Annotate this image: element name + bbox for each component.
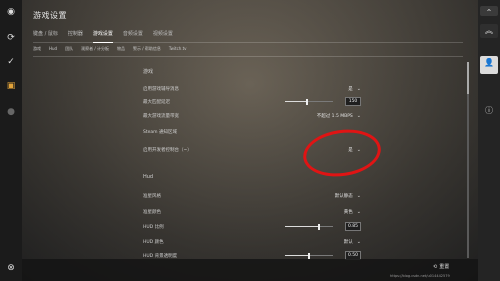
settings-subtabs: 游戏 Hud 团队 观察者 / 计分板 物品 警示 / 帮助信息 Twitch.… (33, 46, 187, 52)
setting-label: 准星风格 (143, 193, 161, 199)
setting-value: 黄色 (343, 209, 353, 215)
setting-value: 默认静态 (334, 193, 353, 199)
setting-label: 准星颜色 (143, 209, 161, 215)
subtab-team[interactable]: 团队 (65, 46, 73, 52)
chevron-down-icon[interactable]: ⌄ (357, 193, 361, 199)
subtab-twitch[interactable]: Twitch.tv (169, 46, 187, 52)
close-icon[interactable]: ⊗ (5, 262, 17, 274)
setting-label: HUD 背景透明度 (143, 253, 178, 259)
setting-value: 默认 (343, 239, 353, 245)
section-game-heading: 游戏 (143, 69, 154, 75)
chevron-down-icon[interactable]: ⌄ (357, 209, 361, 215)
settings-tabs: 键盘 / 鼠标 控制器 游戏设置 音频设置 视频设置 (33, 30, 173, 43)
setting-label: HUD 比例 (143, 224, 164, 230)
tabs-divider (33, 42, 463, 43)
settings-scrollbar[interactable] (467, 62, 469, 258)
chevron-up-icon[interactable]: ⌃ (480, 6, 498, 17)
setting-row-bandwidth[interactable]: 最大游戏流量带宽 不超过 1.5 MBPS ⌄ (143, 110, 361, 121)
latency-slider[interactable] (285, 98, 333, 105)
chevron-down-icon[interactable]: ⌄ (357, 239, 361, 245)
setting-row-coaching[interactable]: 启用游戏辅导消息 是 ⌄ (143, 83, 361, 94)
tab-keyboard-mouse[interactable]: 键盘 / 鼠标 (33, 30, 58, 40)
slider-fill (285, 254, 309, 257)
check-icon[interactable]: ✓ (5, 56, 17, 68)
user-icon[interactable]: 👤 (480, 56, 498, 74)
watermark-text: https://blog.csdn.net/u014442579 (390, 274, 450, 278)
dropdown-icon[interactable]: ︽ (480, 24, 498, 38)
left-rail: ◉ ⟳ ✓ ▣ ● ⊗ (0, 0, 22, 281)
subtab-game[interactable]: 游戏 (33, 46, 41, 52)
reset-button[interactable]: ⟲ 重置 (433, 263, 450, 271)
setting-label: 启用游戏辅导消息 (143, 86, 179, 92)
setting-row-max-latency[interactable]: 最大匹配延迟 150 (143, 96, 361, 107)
setting-label: HUD 颜色 (143, 239, 164, 245)
setting-row-crosshair-color[interactable]: 准星颜色 黄色 ⌄ (143, 206, 361, 217)
setting-label: 最大匹配延迟 (143, 99, 170, 105)
setting-value: 不超过 1.5 MBPS (316, 113, 353, 119)
tab-controller[interactable]: 控制器 (68, 30, 83, 40)
scrollbar-thumb[interactable] (467, 62, 469, 94)
subtab-alerts[interactable]: 警示 / 帮助信息 (133, 46, 161, 52)
notification-icon[interactable]: ▣ (5, 80, 17, 92)
setting-row-hud-scale[interactable]: HUD 比例 0.85 (143, 221, 361, 232)
setting-label: 启用开发者控制台（~） (143, 147, 192, 153)
subtab-spectator[interactable]: 观察者 / 计分板 (81, 46, 109, 52)
subtabs-divider (33, 56, 463, 57)
refresh-icon[interactable]: ⟳ (5, 32, 17, 44)
steam-icon[interactable]: ◉ (5, 6, 17, 18)
hud-scale-value-field[interactable]: 0.85 (345, 222, 361, 231)
slider-handle[interactable] (317, 223, 320, 230)
slider-handle[interactable] (305, 98, 308, 105)
setting-value: 是 (348, 86, 353, 92)
subtab-items[interactable]: 物品 (117, 46, 125, 52)
page-title: 游戏设置 (33, 11, 67, 20)
hud-scale-slider[interactable] (285, 223, 333, 230)
reset-icon: ⟲ (433, 263, 438, 270)
hud-alpha-slider[interactable] (285, 252, 333, 259)
right-rail: ⌃ ︽ 👤 ⓘ (478, 0, 500, 281)
tab-audio-settings[interactable]: 音频设置 (123, 30, 143, 40)
info-icon[interactable]: ⓘ (480, 104, 498, 116)
dot-icon: ● (7, 107, 15, 117)
setting-row-crosshair-style[interactable]: 准星风格 默认静态 ⌄ (143, 190, 361, 201)
setting-label: 最大游戏流量带宽 (143, 113, 179, 119)
slider-fill (285, 100, 307, 103)
tab-video-settings[interactable]: 视频设置 (153, 30, 173, 40)
setting-label: Steam 通知区域 (143, 129, 177, 135)
setting-row-hud-color[interactable]: HUD 颜色 默认 ⌄ (143, 236, 361, 247)
section-hud-heading: Hud (143, 174, 154, 180)
tab-game-settings[interactable]: 游戏设置 (92, 30, 113, 43)
subtab-hud[interactable]: Hud (49, 46, 57, 52)
latency-value-field[interactable]: 150 (345, 97, 361, 106)
slider-handle[interactable] (308, 252, 310, 259)
chevron-down-icon[interactable]: ⌄ (357, 113, 361, 119)
slider-fill (285, 225, 319, 228)
chevron-down-icon[interactable]: ⌄ (357, 86, 361, 92)
reset-label: 重置 (439, 264, 450, 270)
